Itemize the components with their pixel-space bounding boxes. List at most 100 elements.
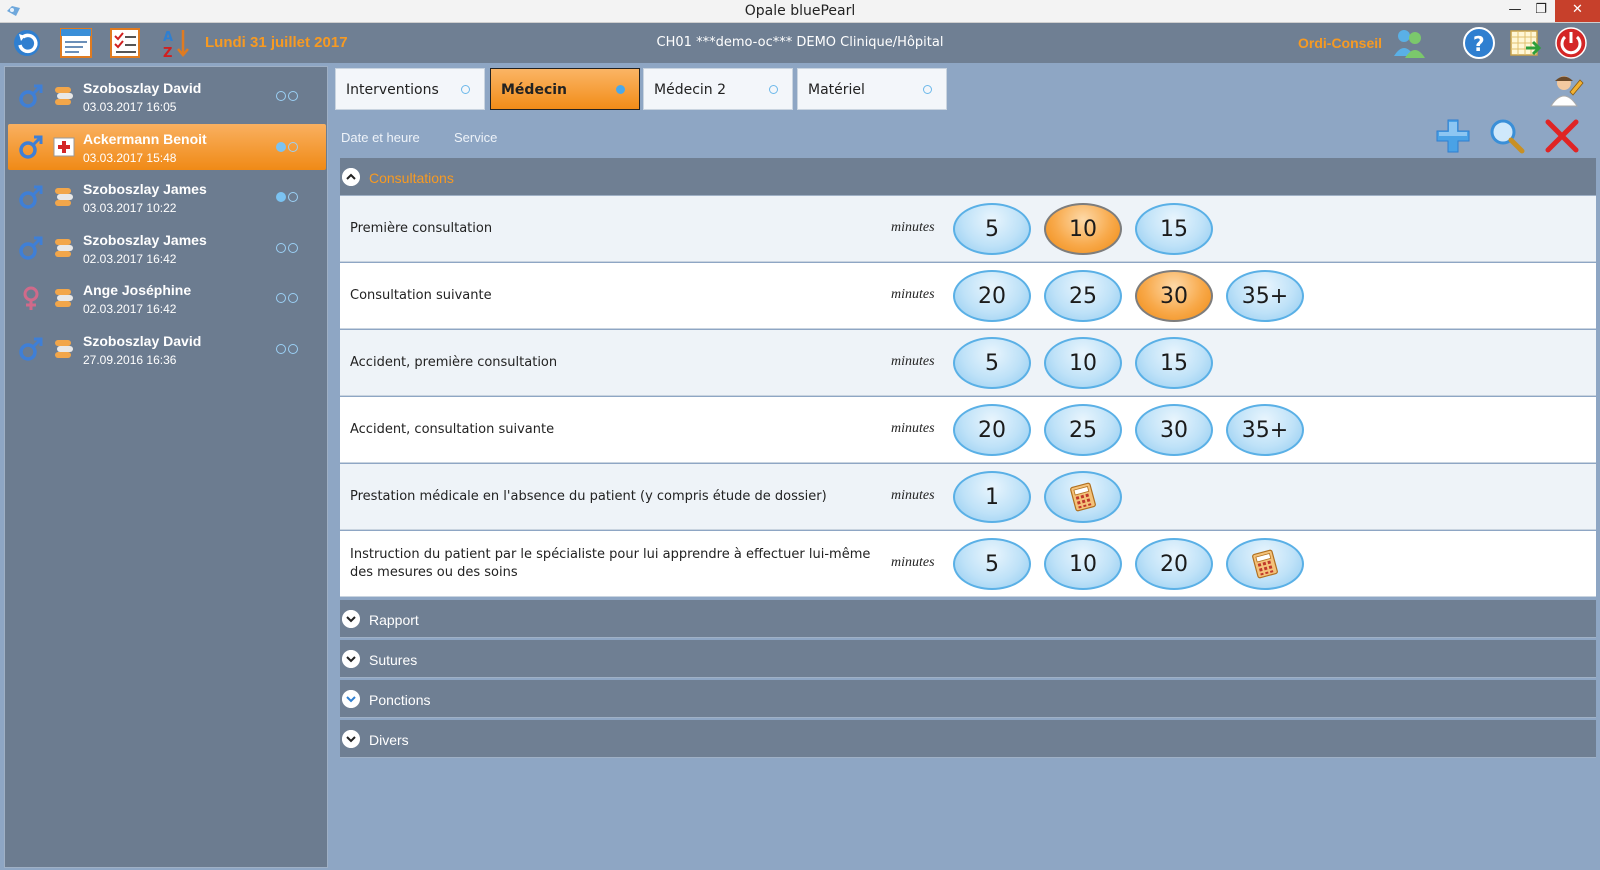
search-icon[interactable] xyxy=(1488,117,1526,155)
patient-list-item[interactable]: Szoboszlay James 02.03.2017 16:42 xyxy=(8,225,326,271)
duration-button[interactable]: 10 xyxy=(1044,337,1122,389)
duration-button[interactable]: 25 xyxy=(1044,404,1122,456)
chevron-down-icon xyxy=(342,690,360,708)
status-dot xyxy=(276,91,286,101)
status-dots xyxy=(276,292,300,307)
tab-status-dot xyxy=(769,85,778,94)
consultation-row: Accident, première consultation minutes 5 1… xyxy=(340,330,1596,396)
power-icon[interactable] xyxy=(1554,26,1588,60)
patient-name: Ange Joséphine xyxy=(83,282,192,298)
close-window-button[interactable]: ✕ xyxy=(1555,0,1600,22)
duration-button[interactable]: 20 xyxy=(953,404,1031,456)
duration-button[interactable]: 30 xyxy=(1135,404,1213,456)
consultation-label: Instruction du patient par le spécialist… xyxy=(350,547,871,580)
unit-label: minutes xyxy=(891,555,935,570)
section-rapport-header[interactable]: Rapport xyxy=(340,600,1596,638)
tab-status-dot xyxy=(616,85,625,94)
date-time-link[interactable]: Date et heure xyxy=(341,130,420,145)
status-dot xyxy=(276,141,286,152)
duration-button[interactable]: 15 xyxy=(1135,337,1213,389)
patient-name: Ackermann Benoit xyxy=(83,130,207,147)
duration-button[interactable]: 5 xyxy=(953,203,1031,255)
consultation-row: Accident, consultation suivante minutes 20… xyxy=(340,397,1596,463)
tab-status-dot xyxy=(461,85,470,94)
patient-name: Szoboszlay James xyxy=(83,181,207,197)
status-dot xyxy=(276,293,286,303)
status-dot xyxy=(288,91,298,101)
section-sutures-header[interactable]: Sutures xyxy=(340,640,1596,678)
tab-interventions[interactable]: Interventions xyxy=(335,68,485,110)
duration-button[interactable]: 1 xyxy=(953,471,1031,523)
duration-button[interactable]: 20 xyxy=(953,270,1031,322)
consultation-label: Accident, consultation suivante xyxy=(350,422,555,437)
duration-button[interactable]: 30 xyxy=(1135,270,1213,322)
help-icon[interactable]: ? xyxy=(1462,26,1496,60)
title-bar: Opale bluePearl — ❐ ✕ xyxy=(0,0,1600,23)
patient-date: 02.03.2017 16:42 xyxy=(83,302,177,316)
patient-date: 03.03.2017 15:48 xyxy=(83,150,177,165)
calculator-icon xyxy=(1070,482,1096,512)
tab-label: Interventions xyxy=(346,82,439,98)
status-dot xyxy=(288,293,298,303)
section-label: Rapport xyxy=(369,612,419,628)
patient-list: Szoboszlay David 03.03.2017 16:05 Ackerman… xyxy=(4,66,328,868)
consultation-label: Accident, première consultation xyxy=(350,355,558,370)
consultation-row: Instruction du patient par le spécialist… xyxy=(340,531,1596,597)
section-ponctions-header[interactable]: Ponctions xyxy=(340,680,1596,718)
duration-button[interactable]: 5 xyxy=(953,538,1031,590)
users-icon[interactable] xyxy=(1392,26,1426,60)
consultation-row: Prestation médicale en l'absence du pati… xyxy=(340,464,1596,530)
patient-date: 02.03.2017 16:42 xyxy=(83,251,177,266)
duration-button[interactable]: 15 xyxy=(1135,203,1213,255)
main-toolbar: AZ Lundi 31 juillet 2017 CH01 ***demo-oc… xyxy=(0,23,1600,63)
consultation-row: Consultation suivante minutes 20 25 30 35+ xyxy=(340,263,1596,329)
service-link[interactable]: Service xyxy=(454,130,497,145)
patient-list-item[interactable]: Ange Joséphine 02.03.2017 16:42 xyxy=(8,275,326,321)
patient-list-item[interactable]: Ackermann Benoit 03.03.2017 15:48 xyxy=(8,123,326,170)
consultation-label: Première consultation xyxy=(350,221,493,236)
section-divers-header[interactable]: Divers xyxy=(340,720,1596,758)
tab-status-dot xyxy=(923,85,932,94)
patient-name: Szoboszlay James xyxy=(83,231,207,248)
patient-list-item[interactable]: Szoboszlay James 03.03.2017 10:22 xyxy=(8,174,326,220)
patient-list-item[interactable]: Szoboszlay David 27.09.2016 16:36 xyxy=(8,326,326,372)
chevron-down-icon xyxy=(342,610,360,628)
tab-materiel[interactable]: Matériel xyxy=(797,68,947,110)
chevron-down-icon xyxy=(342,730,360,748)
unit-label: minutes xyxy=(891,287,935,302)
duration-button[interactable]: 10 xyxy=(1044,203,1122,255)
tab-medecin[interactable]: Médecin xyxy=(490,68,640,110)
add-icon[interactable] xyxy=(1434,117,1472,155)
male-icon xyxy=(19,135,43,159)
section-consultations-header[interactable]: Consultations xyxy=(340,158,1596,196)
chevron-up-icon xyxy=(342,168,360,186)
male-icon xyxy=(19,84,43,108)
status-dots xyxy=(276,141,300,156)
maximize-button[interactable]: ❐ xyxy=(1526,0,1556,22)
male-icon xyxy=(19,337,43,361)
svg-text:?: ? xyxy=(1473,32,1485,56)
tab-label: Médecin 2 xyxy=(654,82,727,98)
window-title: Opale bluePearl xyxy=(744,3,856,19)
tab-medecin-2[interactable]: Médecin 2 xyxy=(643,68,793,110)
patient-date: 27.09.2016 16:36 xyxy=(83,352,177,367)
duration-button[interactable]: 20 xyxy=(1135,538,1213,590)
bandage-icon xyxy=(55,188,73,206)
delete-icon[interactable] xyxy=(1543,117,1581,155)
female-icon xyxy=(23,286,39,310)
male-icon xyxy=(19,236,43,260)
duration-button[interactable]: 10 xyxy=(1044,538,1122,590)
bandage-icon xyxy=(55,339,73,358)
calculator-button[interactable] xyxy=(1044,471,1122,523)
status-dot xyxy=(276,343,286,354)
doctor-edit-icon[interactable] xyxy=(1546,72,1584,110)
calculator-button[interactable] xyxy=(1226,538,1304,590)
duration-button[interactable]: 25 xyxy=(1044,270,1122,322)
patient-list-item[interactable]: Szoboszlay David 03.03.2017 16:05 xyxy=(8,73,326,119)
calendar-export-icon[interactable] xyxy=(1508,26,1542,60)
status-dot xyxy=(288,343,298,354)
duration-button[interactable]: 35+ xyxy=(1226,270,1304,322)
duration-button[interactable]: 35+ xyxy=(1226,404,1304,456)
status-dots xyxy=(276,242,300,257)
duration-button[interactable]: 5 xyxy=(953,337,1031,389)
